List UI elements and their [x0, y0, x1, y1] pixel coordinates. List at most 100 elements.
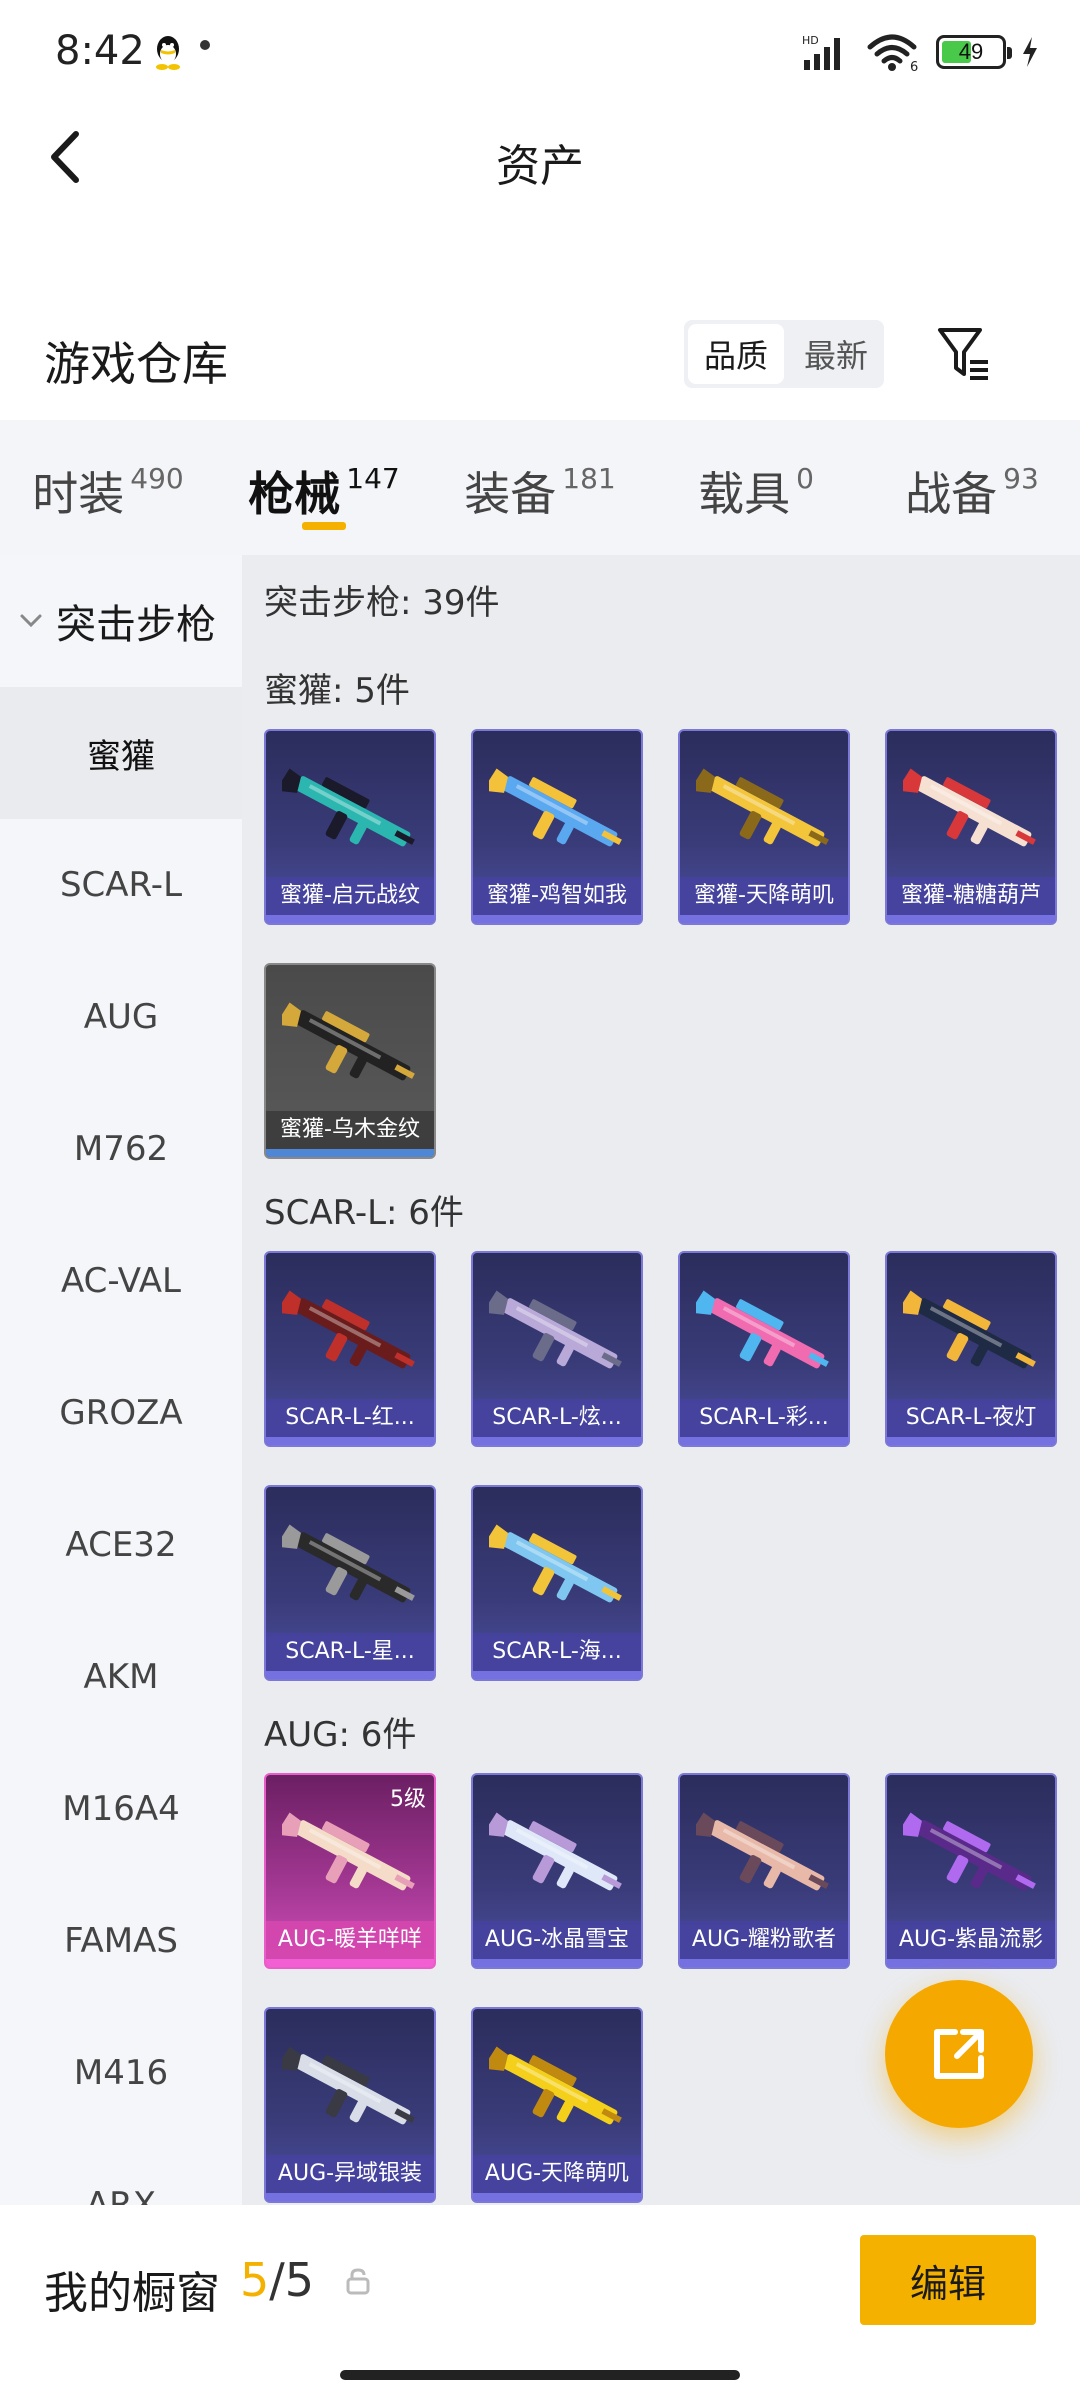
status-bar: 8:42 HD 6 49 [0, 0, 1080, 100]
sidebar-item-m16a4[interactable]: M16A4 [0, 1743, 242, 1875]
sidebar-item-groza[interactable]: GROZA [0, 1347, 242, 1479]
home-indicator [340, 2370, 740, 2380]
tab-fashion[interactable]: 时装 490 [0, 420, 216, 555]
sidebar-item-ace32[interactable]: ACE32 [0, 1479, 242, 1611]
weapon-card[interactable]: 蜜獾-天降萌叽 [678, 729, 850, 925]
tab-count: 93 [1003, 462, 1039, 495]
weapon-card-label: 蜜獾-鸡智如我 [473, 877, 641, 915]
sidebar-item-m762[interactable]: M762 [0, 1083, 242, 1215]
weapon-skin-image [489, 1812, 622, 1891]
sidebar-category-header[interactable]: 突击步枪 [0, 555, 242, 687]
tab-count: 0 [796, 462, 814, 495]
sidebar-category-label: 突击步枪 [56, 602, 216, 648]
skin-level-badge: 5级 [390, 1787, 426, 1812]
group-title-scar-l: SCAR-L: 6件 [264, 1193, 464, 1233]
weapon-card[interactable]: AUG-天降萌叽 [471, 2007, 643, 2203]
edit-button[interactable]: 编辑 [860, 2235, 1036, 2325]
weapon-skin-image [489, 2046, 622, 2125]
weapon-card-label: AUG-耀粉歌者 [680, 1921, 848, 1959]
weapon-card[interactable]: AUG-紫晶流影 [885, 1773, 1057, 1969]
weapon-card-label: 蜜獾-糖糖葫芦 [887, 877, 1055, 915]
sidebar-item-arx[interactable]: ARX [0, 2139, 242, 2205]
weapon-card[interactable]: SCAR-L-红... [264, 1251, 436, 1447]
sidebar-item-famas[interactable]: FAMAS [0, 1875, 242, 2007]
weapon-skin-image [903, 768, 1036, 847]
weapon-card[interactable]: SCAR-L-彩... [678, 1251, 850, 1447]
tab-label: 装备 [464, 467, 557, 521]
weapon-card[interactable]: SCAR-L-海... [471, 1485, 643, 1681]
lock-icon [346, 2268, 370, 2295]
weapon-skin-image [489, 1290, 622, 1369]
weapon-card-label: AUG-紫晶流影 [887, 1921, 1055, 1959]
tab-active-indicator [302, 522, 346, 530]
sidebar-item-honeybadger[interactable]: 蜜獾 [0, 687, 242, 819]
weapon-card[interactable]: SCAR-L-夜灯 [885, 1251, 1057, 1447]
weapon-card[interactable]: 蜜獾-乌木金纹 [264, 963, 436, 1159]
sort-toggle: 品质 最新 [684, 320, 884, 388]
svg-text:6: 6 [910, 60, 918, 73]
weapon-skin-image [282, 2046, 415, 2125]
weapon-card-label: SCAR-L-彩... [680, 1399, 848, 1437]
category-tabs: 时装 490 枪械 147 装备 181 载具 0 战备 93 [0, 420, 1080, 555]
weapon-content: 突击步枪: 39件 蜜獾: 5件 蜜獾-启元战纹 蜜獾-鸡智如我 蜜獾-天降萌叽… [242, 555, 1080, 2205]
status-time: 8:42 [55, 28, 145, 74]
weapon-card-label: AUG-天降萌叽 [473, 2155, 641, 2193]
tab-label: 时装 [32, 467, 125, 521]
sidebar-item-akm[interactable]: AKM [0, 1611, 242, 1743]
scar-l-grid: SCAR-L-红... SCAR-L-炫... SCAR-L-彩... SCAR… [264, 1251, 1080, 1681]
tab-label: 载具 [698, 467, 791, 521]
tab-equipment[interactable]: 装备 181 [432, 420, 648, 555]
weapon-skin-image [282, 1524, 415, 1603]
weapon-card-label: 蜜獾-乌木金纹 [266, 1111, 434, 1149]
weapon-card[interactable]: AUG-耀粉歌者 [678, 1773, 850, 1969]
sort-newest-button[interactable]: 最新 [788, 320, 884, 388]
weapon-card[interactable]: 蜜獾-鸡智如我 [471, 729, 643, 925]
weapon-skin-image [903, 1290, 1036, 1369]
weapon-skin-image [282, 1290, 415, 1369]
sort-quality-button[interactable]: 品质 [688, 324, 784, 384]
weapon-card-label: AUG-暖羊咩咩 [266, 1921, 434, 1959]
weapon-card[interactable]: AUG-异域银装 [264, 2007, 436, 2203]
weapon-card-label: SCAR-L-星... [266, 1633, 434, 1671]
weapon-skin-image [489, 768, 622, 847]
weapon-card-label: SCAR-L-夜灯 [887, 1399, 1055, 1437]
tab-count: 490 [130, 462, 184, 495]
sidebar-item-scar-l[interactable]: SCAR-L [0, 819, 242, 951]
filter-icon[interactable] [936, 324, 992, 384]
battery-icon: 49 [936, 35, 1012, 69]
weapon-skin-image [489, 1524, 622, 1603]
sidebar-item-ac-val[interactable]: AC-VAL [0, 1215, 242, 1347]
notification-dot [200, 40, 210, 50]
weapon-card[interactable]: SCAR-L-炫... [471, 1251, 643, 1447]
group-title-aug: AUG: 6件 [264, 1715, 417, 1755]
tab-count: 147 [346, 462, 400, 495]
page-title: 资产 [496, 141, 584, 192]
tab-supplies[interactable]: 战备 93 [864, 420, 1080, 555]
status-indicators: HD 6 49 [800, 30, 1040, 74]
weapon-card-label: SCAR-L-海... [473, 1633, 641, 1671]
weapon-skin-image [282, 768, 415, 847]
category-summary: 突击步枪: 39件 [264, 583, 500, 623]
honeybadger-grid: 蜜獾-启元战纹 蜜獾-鸡智如我 蜜獾-天降萌叽 蜜獾-糖糖葫芦 蜜獾-乌木金纹 [264, 729, 1080, 1159]
showcase-count: 5/5 [240, 2253, 314, 2307]
showcase-current: 5 [240, 2253, 270, 2307]
tab-label: 战备 [905, 467, 998, 521]
weapon-skin-image [696, 1812, 829, 1891]
tab-label: 枪械 [248, 467, 341, 521]
sidebar-item-aug[interactable]: AUG [0, 951, 242, 1083]
weapon-card[interactable]: AUG-冰晶雪宝 [471, 1773, 643, 1969]
weapon-skin-image [696, 768, 829, 847]
tab-firearms[interactable]: 枪械 147 [216, 420, 432, 555]
weapon-card-label: AUG-冰晶雪宝 [473, 1921, 641, 1959]
weapon-card[interactable]: SCAR-L-星... [264, 1485, 436, 1681]
weapon-card-label: 蜜獾-天降萌叽 [680, 877, 848, 915]
weapon-card[interactable]: 蜜獾-糖糖葫芦 [885, 729, 1057, 925]
share-button[interactable] [885, 1980, 1033, 2128]
weapon-card[interactable]: 5级 AUG-暖羊咩咩 [264, 1773, 436, 1969]
app-header: 资产 [0, 100, 1080, 210]
sidebar-item-m416[interactable]: M416 [0, 2007, 242, 2139]
tab-vehicles[interactable]: 载具 0 [648, 420, 864, 555]
qq-penguin-icon [156, 36, 180, 70]
weapon-card[interactable]: 蜜獾-启元战纹 [264, 729, 436, 925]
tab-count: 181 [562, 462, 616, 495]
